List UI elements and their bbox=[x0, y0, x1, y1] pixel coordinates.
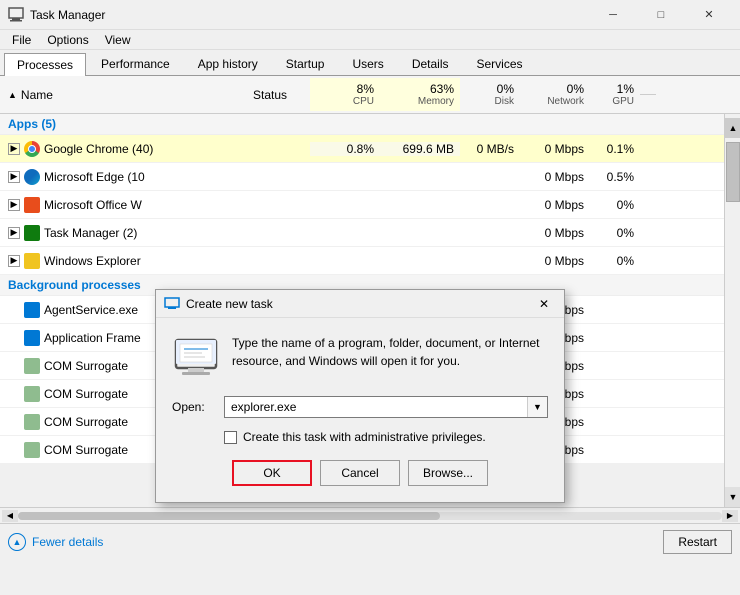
menu-view[interactable]: View bbox=[97, 31, 139, 49]
sort-arrow-icon: ▲ bbox=[8, 90, 17, 100]
open-input[interactable] bbox=[225, 397, 527, 417]
computer-icon bbox=[172, 334, 220, 382]
dialog-close-button[interactable]: ✕ bbox=[532, 293, 556, 315]
cancel-button[interactable]: Cancel bbox=[320, 460, 400, 486]
tab-performance[interactable]: Performance bbox=[88, 52, 183, 75]
minimize-button[interactable]: ─ bbox=[590, 0, 636, 30]
col-memory-header[interactable]: 63% Memory bbox=[380, 78, 460, 111]
col-gpu-header[interactable]: 1% GPU bbox=[590, 78, 640, 111]
menu-bar: File Options View bbox=[0, 30, 740, 50]
column-header: ▲ Name Status 8% CPU 63% Memory 0% Disk … bbox=[0, 76, 740, 114]
scrollbar-spacer bbox=[640, 94, 656, 95]
tab-details[interactable]: Details bbox=[399, 52, 462, 75]
dialog-header: Type the name of a program, folder, docu… bbox=[172, 334, 548, 382]
create-new-task-dialog: Create new task ✕ bbox=[155, 289, 565, 503]
title-bar: Task Manager ─ □ ✕ bbox=[0, 0, 740, 30]
chevron-down-icon: ▼ bbox=[533, 402, 542, 412]
dialog-body: Type the name of a program, folder, docu… bbox=[156, 318, 564, 502]
open-row: Open: ▼ bbox=[172, 396, 548, 418]
main-area: Apps (5) ▶ Google Chrome (40) 0.8% 699.6… bbox=[0, 114, 740, 559]
col-name-header[interactable]: ▲ Name bbox=[0, 84, 230, 106]
tab-services[interactable]: Services bbox=[464, 52, 536, 75]
close-button[interactable]: ✕ bbox=[686, 0, 732, 30]
dialog-title-bar: Create new task ✕ bbox=[156, 290, 564, 318]
open-dropdown-button[interactable]: ▼ bbox=[527, 397, 547, 417]
col-disk-header[interactable]: 0% Disk bbox=[460, 78, 520, 111]
app-icon bbox=[8, 7, 24, 23]
menu-options[interactable]: Options bbox=[39, 31, 96, 49]
tab-processes[interactable]: Processes bbox=[4, 53, 86, 76]
checkbox-row: Create this task with administrative pri… bbox=[172, 430, 548, 444]
col-status-header[interactable]: Status bbox=[230, 84, 310, 106]
dialog-buttons: OK Cancel Browse... bbox=[172, 460, 548, 486]
col-network-header[interactable]: 0% Network bbox=[520, 78, 590, 111]
open-input-container: ▼ bbox=[224, 396, 548, 418]
window-controls: ─ □ ✕ bbox=[590, 0, 732, 30]
maximize-button[interactable]: □ bbox=[638, 0, 684, 30]
ok-button[interactable]: OK bbox=[232, 460, 312, 486]
tab-bar: Processes Performance App history Startu… bbox=[0, 50, 740, 76]
menu-file[interactable]: File bbox=[4, 31, 39, 49]
dialog-description: Type the name of a program, folder, docu… bbox=[232, 334, 548, 382]
window-title: Task Manager bbox=[30, 8, 590, 22]
tab-startup[interactable]: Startup bbox=[273, 52, 338, 75]
browse-button[interactable]: Browse... bbox=[408, 460, 488, 486]
admin-privilege-checkbox[interactable] bbox=[224, 431, 237, 444]
open-label: Open: bbox=[172, 400, 216, 414]
dialog-title: Create new task bbox=[186, 297, 532, 311]
dialog-app-icon bbox=[164, 296, 180, 312]
tab-users[interactable]: Users bbox=[339, 52, 396, 75]
tab-app-history[interactable]: App history bbox=[185, 52, 271, 75]
col-cpu-header[interactable]: 8% CPU bbox=[310, 78, 380, 111]
dialog-overlay: Create new task ✕ bbox=[0, 114, 740, 559]
checkbox-label: Create this task with administrative pri… bbox=[243, 430, 486, 444]
